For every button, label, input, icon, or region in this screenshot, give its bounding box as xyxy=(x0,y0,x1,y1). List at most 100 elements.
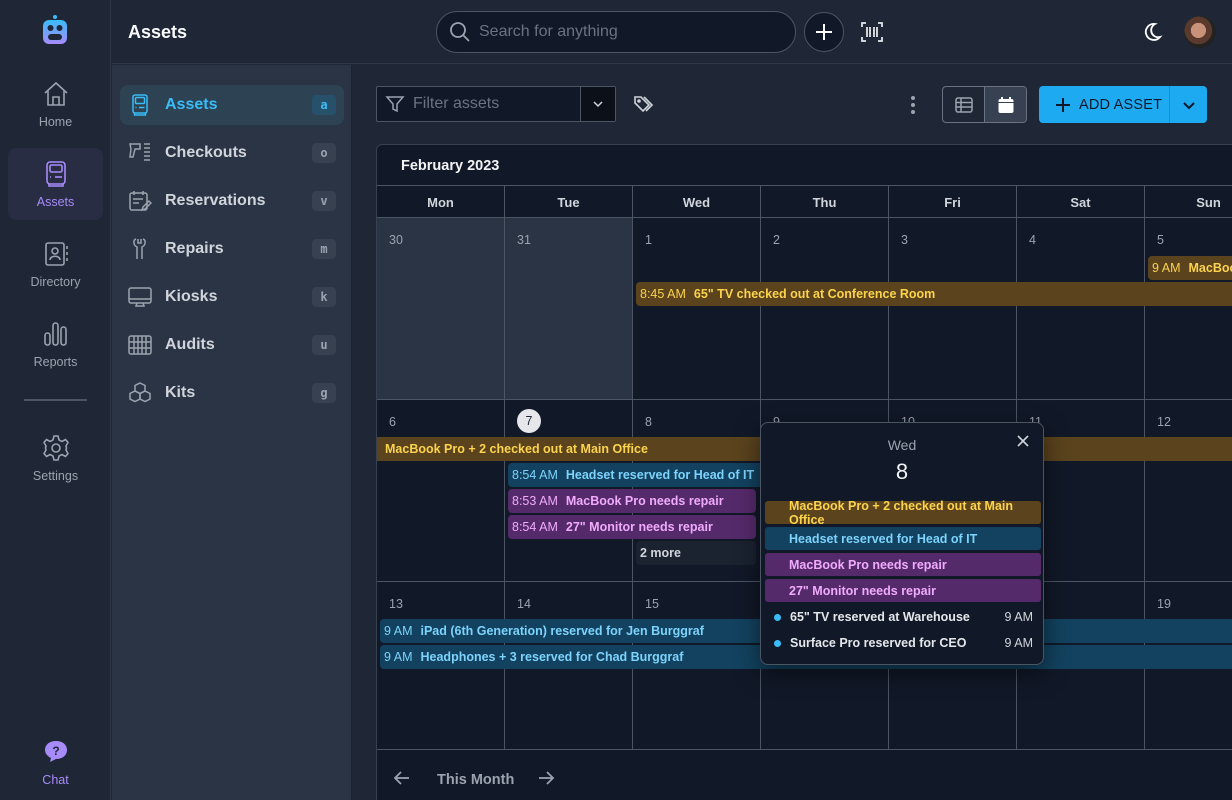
rail-item-settings[interactable]: Settings xyxy=(8,422,103,494)
filter-assets[interactable] xyxy=(376,86,616,122)
rail-label-assets: Assets xyxy=(36,195,75,209)
filter-dropdown-button[interactable] xyxy=(580,87,615,121)
subnav-label: Reservations xyxy=(165,192,266,209)
global-search[interactable] xyxy=(436,11,796,53)
chevron-down-icon xyxy=(593,101,603,108)
subnav-label: Kiosks xyxy=(165,288,218,305)
gear-icon xyxy=(42,435,69,461)
subnav-item-repairs[interactable]: Repairs m xyxy=(120,229,344,269)
event-time: 8:54 AM xyxy=(512,520,558,534)
calendar-event[interactable]: 8:54 AM Headset reserved for Head of IT xyxy=(508,463,768,487)
calendar-day[interactable]: 12 xyxy=(1145,400,1232,581)
arrow-left-icon[interactable] xyxy=(392,768,412,788)
popover-list-time: 9 AM xyxy=(1004,636,1034,650)
day-number: 12 xyxy=(1157,415,1171,429)
subnav-item-kiosks[interactable]: Kiosks k xyxy=(120,277,344,317)
app: Home Assets Directory Reports Settings ?… xyxy=(0,0,1232,800)
popover-list-event[interactable]: Surface Pro reserved for CEO 9 AM xyxy=(765,631,1041,655)
event-time: 9 AM xyxy=(1152,261,1181,275)
plus-icon xyxy=(1056,97,1070,112)
barcode-scanner-icon xyxy=(129,143,150,161)
day-number: 14 xyxy=(517,597,531,611)
weekday-header: Sat xyxy=(1017,186,1145,218)
rail-label-directory: Directory xyxy=(30,275,81,289)
popover-list-title: 65" TV reserved at Warehouse xyxy=(790,610,970,624)
event-title: Headphones + 3 reserved for Chad Burggra… xyxy=(420,650,684,664)
user-avatar[interactable] xyxy=(1184,16,1216,48)
day-number: 1 xyxy=(645,233,652,247)
calendar-event[interactable]: 8:45 AM 65" TV checked out at Conference … xyxy=(636,282,1232,306)
add-asset-dropdown[interactable] xyxy=(1169,86,1207,123)
calendar-day[interactable]: 6 xyxy=(377,400,505,581)
chevron-down-icon xyxy=(1182,101,1195,109)
event-time: 9 AM xyxy=(384,624,413,638)
view-toggle xyxy=(942,86,1027,123)
subnav-label: Assets xyxy=(165,96,218,113)
search-input[interactable] xyxy=(479,23,779,41)
reservation-dot-icon xyxy=(774,639,781,647)
chat-help-icon: ? xyxy=(44,741,67,762)
subnav-item-assets[interactable]: Assets a xyxy=(120,85,344,125)
weekday-header: Thu xyxy=(761,186,889,218)
table-icon xyxy=(954,96,973,113)
popover-event[interactable]: 27" Monitor needs repair xyxy=(765,579,1041,602)
filter-input[interactable] xyxy=(413,95,573,113)
shortcut-badge: g xyxy=(312,383,336,403)
popover-event[interactable]: Headset reserved for Head of IT xyxy=(765,527,1041,550)
rail-item-chat[interactable]: ? Chat xyxy=(8,726,103,798)
tags-icon[interactable] xyxy=(633,94,655,116)
event-title: iPad (6th Generation) reserved for Jen B… xyxy=(420,624,704,638)
popover-event[interactable]: MacBook Pro needs repair xyxy=(765,553,1041,576)
barcode-scan-icon[interactable] xyxy=(860,20,884,44)
day-number: 8 xyxy=(645,415,652,429)
day-number: 15 xyxy=(645,597,659,611)
this-month-button[interactable]: This Month xyxy=(437,772,514,788)
add-asset-main[interactable]: ADD ASSET xyxy=(1039,86,1169,123)
monitor-icon xyxy=(128,287,152,307)
popover-event[interactable]: MacBook Pro + 2 checked out at Main Offi… xyxy=(765,499,1041,527)
calendar-event[interactable]: 8:54 AM 27" Monitor needs repair xyxy=(508,515,756,539)
close-icon[interactable] xyxy=(1013,431,1033,451)
table-view-button[interactable] xyxy=(943,87,984,122)
subnav-label: Kits xyxy=(165,384,196,401)
subnav-label: Checkouts xyxy=(165,144,247,161)
calendar-day[interactable]: 30 xyxy=(377,218,505,399)
more-options-button[interactable] xyxy=(907,93,919,117)
show-more-events-link[interactable]: 2 more xyxy=(636,541,756,565)
shortcut-badge: v xyxy=(312,191,336,211)
rail-item-directory[interactable]: Directory xyxy=(8,228,103,300)
subnav-item-kits[interactable]: Kits g xyxy=(120,373,344,413)
subnav-item-audits[interactable]: Audits u xyxy=(120,325,344,365)
calendar-view-button[interactable] xyxy=(984,87,1026,122)
day-number: 30 xyxy=(389,233,403,247)
add-asset-label: ADD ASSET xyxy=(1079,96,1163,113)
rail-item-assets[interactable]: Assets xyxy=(8,148,103,220)
filter-funnel-icon xyxy=(385,96,405,113)
calendar-day[interactable]: 5 xyxy=(1145,218,1232,399)
event-title: MacBook Pro needs repair xyxy=(565,494,724,508)
day-number: 6 xyxy=(389,415,396,429)
calendar-event[interactable]: 9 AM MacBook Pro + 2 checked out at Main … xyxy=(1148,256,1232,280)
calendar-day[interactable]: 3 xyxy=(889,218,1017,399)
subnav-item-checkouts[interactable]: Checkouts o xyxy=(120,133,344,173)
logo-robot-icon[interactable] xyxy=(40,14,70,46)
arrow-right-icon[interactable] xyxy=(536,768,556,788)
shortcut-badge: o xyxy=(312,143,336,163)
calendar-day[interactable]: 1 xyxy=(633,218,761,399)
today-day-number: 7 xyxy=(517,409,541,433)
rail-label-chat: Chat xyxy=(42,773,69,787)
calendar-day[interactable]: 4 xyxy=(1017,218,1145,399)
dark-mode-moon-icon[interactable] xyxy=(1140,20,1164,44)
popover-list-event[interactable]: 65" TV reserved at Warehouse 9 AM xyxy=(765,605,1041,629)
subnav-item-reservations[interactable]: Reservations v xyxy=(120,181,344,221)
quick-add-button[interactable] xyxy=(804,12,844,52)
subnav-label: Audits xyxy=(165,336,215,353)
calendar-event[interactable]: 8:53 AM MacBook Pro needs repair xyxy=(508,489,756,513)
event-title: MacBook Pro + 2 checked out at Main Offi… xyxy=(385,442,648,456)
rail-item-home[interactable]: Home xyxy=(8,68,103,140)
add-asset-button[interactable]: ADD ASSET xyxy=(1039,86,1207,123)
calendar-day[interactable]: 2 xyxy=(761,218,889,399)
calendar-day[interactable]: 31 xyxy=(505,218,633,399)
event-title: MacBook Pro + 2 checked out at Main Offi… xyxy=(1188,261,1232,275)
rail-item-reports[interactable]: Reports xyxy=(8,308,103,380)
